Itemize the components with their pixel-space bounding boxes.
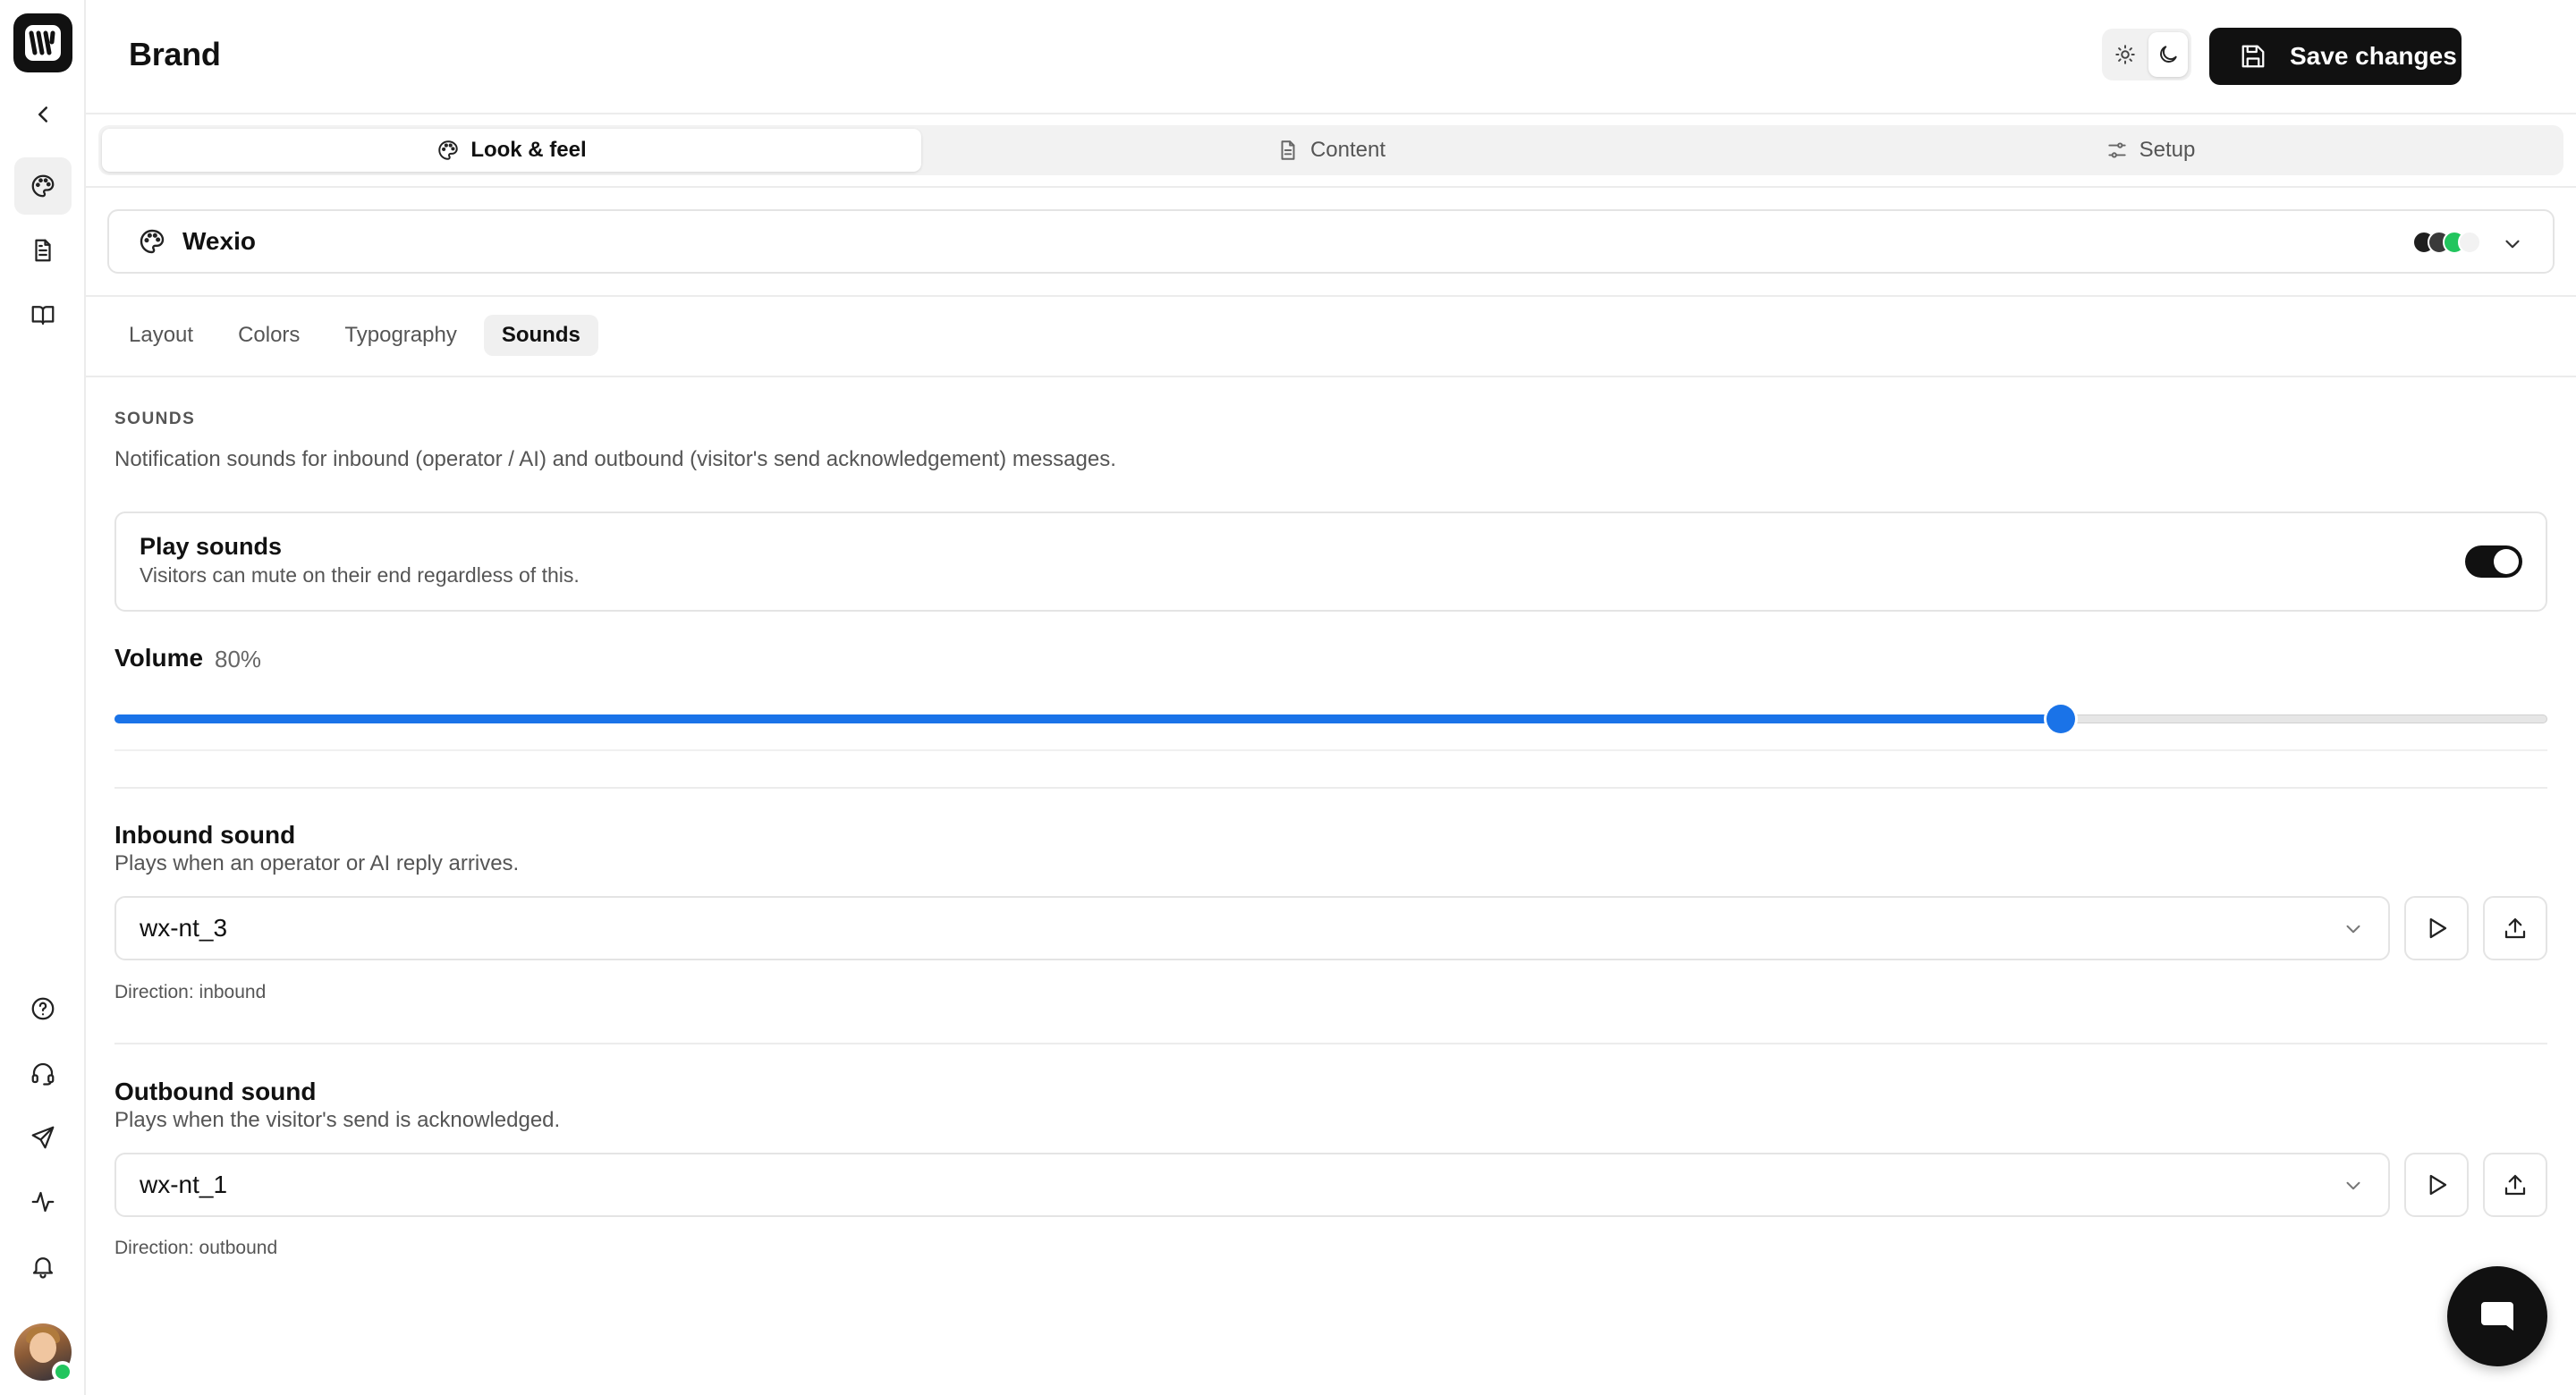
brand-selector[interactable]: Wexio: [107, 209, 2555, 274]
save-icon: [2241, 45, 2265, 68]
palette-icon: [31, 174, 55, 198]
book-open-icon: [31, 306, 55, 326]
outbound-sound-select[interactable]: wx-nt_1: [114, 1153, 2390, 1217]
outbound-sound-subtitle: Plays when the visitor's send is acknowl…: [114, 1108, 561, 1132]
divider: [114, 749, 2547, 751]
dark-theme-option[interactable]: [2148, 32, 2188, 77]
upload-icon: [2504, 917, 2526, 939]
upload-icon: [2504, 1174, 2526, 1196]
chevron-down-icon: [2346, 925, 2360, 934]
tab-setup[interactable]: Setup: [1741, 129, 2560, 172]
save-changes-button[interactable]: Save changes: [2209, 28, 2462, 85]
palette-icon: [140, 229, 165, 254]
light-theme-option[interactable]: [2106, 32, 2145, 77]
slider-thumb[interactable]: [2046, 705, 2075, 733]
chevron-down-icon: [2505, 240, 2520, 249]
app-logo[interactable]: [13, 13, 72, 72]
main-tabs: Look & feel Content Setup: [98, 125, 2563, 175]
subtab-layout[interactable]: Layout: [111, 315, 211, 356]
document-icon: [35, 239, 51, 262]
inbound-sound-value: wx-nt_3: [140, 914, 228, 942]
tab-label: Look & feel: [470, 138, 587, 162]
play-sounds-title: Play sounds: [140, 533, 283, 560]
play-sounds-card: Play sounds Visitors can mute on their e…: [114, 512, 2547, 612]
sub-tabs: Layout Colors Typography Sounds: [111, 315, 598, 356]
palette-icon: [438, 140, 459, 160]
toggle-knob: [2494, 549, 2519, 574]
logo-mark-icon: [25, 25, 61, 61]
outbound-sound-value: wx-nt_1: [140, 1171, 228, 1198]
sun-icon: [2115, 45, 2135, 64]
divider: [114, 787, 2547, 789]
collapse-sidebar-button[interactable]: [14, 86, 72, 143]
outbound-direction: Direction: outbound: [114, 1238, 278, 1258]
outbound-upload-button[interactable]: [2483, 1153, 2547, 1217]
page-header: Brand Save changes ···: [86, 0, 2576, 114]
online-status-dot: [52, 1361, 73, 1382]
avatar-face: [30, 1332, 56, 1363]
bell-icon: [32, 1257, 54, 1279]
play-icon: [2429, 917, 2447, 939]
volume-slider[interactable]: [114, 705, 2547, 733]
inbound-sound-select[interactable]: wx-nt_3: [114, 896, 2390, 960]
color-swatch: [2458, 231, 2481, 254]
divider: [86, 186, 2576, 188]
activity-icon: [31, 1191, 55, 1213]
chevron-down-icon: [2346, 1181, 2360, 1190]
sidebar-item-knowledge[interactable]: [14, 286, 72, 343]
sidebar-item-support[interactable]: [14, 1044, 72, 1102]
brand-color-swatches: [2412, 231, 2481, 254]
tab-label: Setup: [2139, 138, 2196, 162]
chat-bubble-icon: [2481, 1302, 2513, 1331]
outbound-sound-title: Outbound sound: [114, 1078, 317, 1105]
inbound-sound-title: Inbound sound: [114, 821, 296, 849]
sidebar-item-help[interactable]: [14, 980, 72, 1037]
subtab-typography[interactable]: Typography: [326, 315, 474, 356]
headset-icon: [31, 1062, 55, 1086]
outbound-play-button[interactable]: [2404, 1153, 2469, 1217]
play-sounds-toggle[interactable]: [2465, 545, 2522, 578]
inbound-sound-subtitle: Plays when an operator or AI reply arriv…: [114, 851, 520, 875]
inbound-direction: Direction: inbound: [114, 982, 267, 1002]
sidebar-item-activity[interactable]: [14, 1173, 72, 1230]
sidebar-item-documents[interactable]: [14, 222, 72, 279]
moon-icon: [2160, 46, 2177, 63]
play-sounds-subtitle: Visitors can mute on their end regardles…: [140, 563, 580, 587]
document-icon: [1281, 140, 1295, 160]
section-description: Notification sounds for inbound (operato…: [114, 447, 1116, 471]
volume-label: Volume: [114, 644, 204, 672]
chat-widget-button[interactable]: [2447, 1266, 2547, 1366]
tab-content[interactable]: Content: [921, 129, 1741, 172]
tab-label: Content: [1309, 138, 1386, 162]
divider: [114, 1043, 2547, 1044]
play-icon: [2429, 1174, 2447, 1196]
chevron-left-icon: [38, 106, 47, 123]
sidebar-item-notifications[interactable]: [14, 1238, 72, 1295]
brand-name: Wexio: [182, 227, 256, 255]
user-avatar[interactable]: [14, 1323, 73, 1382]
theme-toggle[interactable]: [2102, 29, 2191, 80]
divider: [86, 295, 2576, 297]
page-title: Brand: [129, 36, 221, 72]
volume-value: 80%: [215, 646, 262, 672]
inbound-play-button[interactable]: [2404, 896, 2469, 960]
help-circle-icon: [31, 997, 55, 1020]
more-options-button[interactable]: ···: [2569, 36, 2576, 79]
divider: [86, 376, 2576, 377]
send-icon: [31, 1126, 55, 1149]
sidebar: [0, 0, 86, 1395]
subtab-sounds[interactable]: Sounds: [483, 315, 598, 356]
section-label: SOUNDS: [114, 410, 196, 428]
sidebar-item-send[interactable]: [14, 1109, 72, 1166]
sidebar-item-brand[interactable]: [14, 157, 72, 215]
slider-fill: [114, 714, 2061, 723]
save-button-label: Save changes: [2290, 42, 2457, 70]
subtab-colors[interactable]: Colors: [220, 315, 318, 356]
inbound-upload-button[interactable]: [2483, 896, 2547, 960]
settings-sliders-icon: [2107, 142, 2126, 158]
tab-look-and-feel[interactable]: Look & feel: [102, 129, 921, 172]
